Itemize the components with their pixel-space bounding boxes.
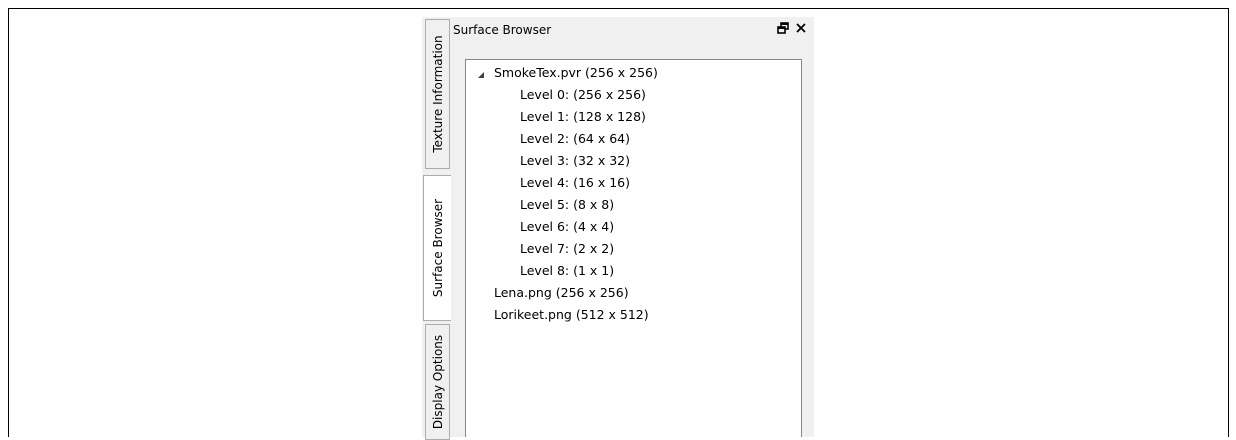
float-icon[interactable] [776, 20, 790, 34]
panel-title: Surface Browser [453, 23, 552, 37]
tab-surface-browser[interactable]: Surface Browser [423, 175, 451, 321]
expand-collapse-icon[interactable] [478, 72, 484, 78]
tree-item-smoketex[interactable]: SmokeTex.pvr (256 x 256) [494, 62, 658, 84]
tree-item-level-0[interactable]: Level 0: (256 x 256) [520, 84, 646, 106]
tree-item-lorikeet[interactable]: Lorikeet.png (512 x 512) [494, 304, 649, 326]
tree-item-level-1[interactable]: Level 1: (128 x 128) [520, 106, 646, 128]
surface-browser-panel: Surface Browser SmokeTex.pvr (256 x 256) [450, 17, 814, 437]
tab-display-options-label: Display Options [430, 334, 445, 430]
tree-item-level-5[interactable]: Level 5: (8 x 8) [520, 194, 614, 216]
tab-display-options[interactable]: Display Options [425, 324, 450, 440]
tree-item-level-7[interactable]: Level 7: (2 x 2) [520, 238, 614, 260]
tree-item-level-6[interactable]: Level 6: (4 x 4) [520, 216, 614, 238]
tree-item-level-8[interactable]: Level 8: (1 x 1) [520, 260, 614, 282]
surface-tree[interactable]: SmokeTex.pvr (256 x 256) Level 0: (256 x… [465, 59, 802, 437]
close-icon[interactable] [794, 20, 808, 34]
tab-surface-browser-label: Surface Browser [430, 198, 445, 298]
tree-item-level-2[interactable]: Level 2: (64 x 64) [520, 128, 630, 150]
tree-item-level-3[interactable]: Level 3: (32 x 32) [520, 150, 630, 172]
tree-item-lena[interactable]: Lena.png (256 x 256) [494, 282, 629, 304]
tab-texture-information-label: Texture Information [430, 35, 445, 153]
tab-texture-information[interactable]: Texture Information [425, 19, 450, 169]
dock-area: Texture Information Surface Browser Disp… [422, 17, 814, 440]
tree-item-level-4[interactable]: Level 4: (16 x 16) [520, 172, 630, 194]
title-bar-buttons [776, 20, 808, 34]
